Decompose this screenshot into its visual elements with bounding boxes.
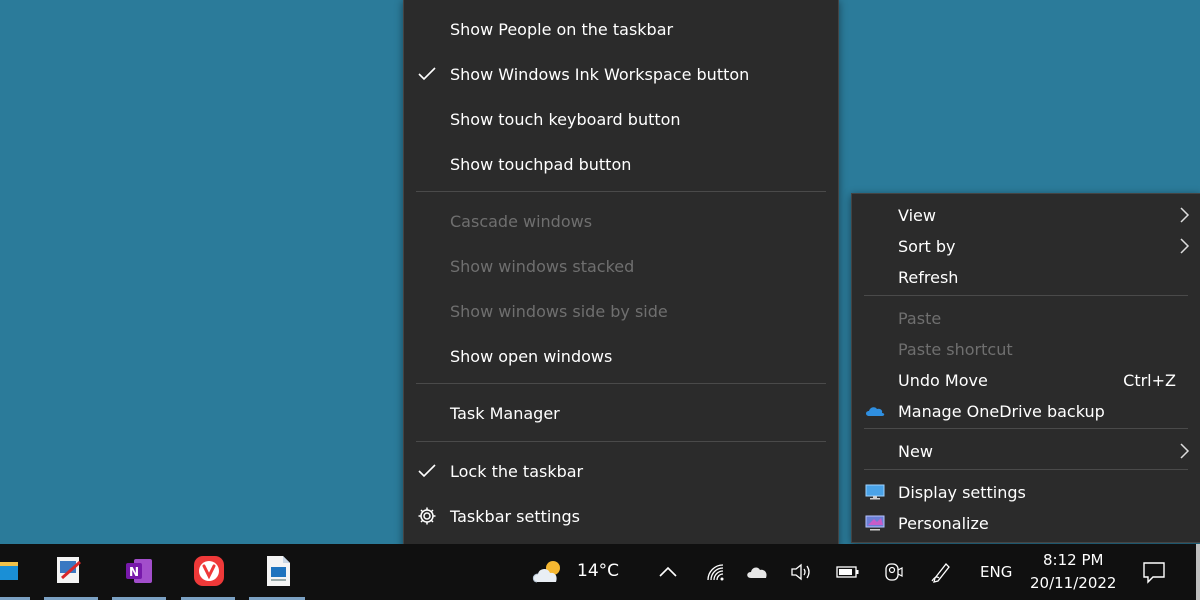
onedrive-icon: [864, 402, 886, 420]
chevron-right-icon: [1178, 237, 1190, 255]
menu-separator: [864, 295, 1188, 296]
menu-item-label: Show windows side by side: [450, 302, 668, 321]
chevron-up-icon[interactable]: [656, 559, 680, 585]
partly-cloudy-icon[interactable]: [530, 559, 568, 585]
menu-item-label: Taskbar settings: [450, 507, 580, 526]
chevron-right-icon: [1178, 206, 1190, 224]
menu-separator: [864, 469, 1188, 470]
svg-text:N: N: [129, 565, 139, 579]
taskbar-context-menu: Show People on the taskbar Show Windows …: [403, 0, 839, 549]
menu-item-show-ink-workspace[interactable]: Show Windows Ink Workspace button: [404, 59, 838, 89]
meet-now-icon[interactable]: [881, 559, 905, 585]
personalize-icon: [864, 514, 886, 532]
menu-item-label: Paste: [898, 309, 941, 328]
menu-item-label: Lock the taskbar: [450, 462, 583, 481]
menu-item-task-manager[interactable]: Task Manager: [404, 398, 838, 428]
menu-item-show-touchpad[interactable]: Show touchpad button: [404, 149, 838, 179]
chevron-right-icon: [1178, 442, 1190, 460]
menu-item-taskbar-settings[interactable]: Taskbar settings: [404, 501, 838, 531]
menu-item-label: Display settings: [898, 483, 1026, 502]
menu-item-show-touch-keyboard[interactable]: Show touch keyboard button: [404, 104, 838, 134]
gear-icon: [417, 506, 437, 526]
clock[interactable]: 8:12 PM 20/11/2022: [1024, 548, 1124, 596]
menu-item-label: Show touch keyboard button: [450, 110, 681, 129]
menu-item-show-side-by-side: Show windows side by side: [404, 296, 838, 326]
menu-item-new[interactable]: New: [852, 436, 1200, 466]
display-icon: [864, 483, 886, 501]
paint-icon[interactable]: [52, 554, 86, 588]
menu-item-view[interactable]: View: [852, 200, 1200, 230]
menu-item-label: Paste shortcut: [898, 340, 1013, 359]
screen-edge: [1196, 544, 1200, 600]
menu-separator: [416, 191, 826, 192]
shortcut-label: Ctrl+Z: [1123, 371, 1176, 390]
clock-time: 8:12 PM: [1043, 551, 1103, 569]
menu-item-label: Manage OneDrive backup: [898, 402, 1105, 421]
checkmark-icon: [418, 66, 436, 82]
volume-icon[interactable]: [789, 559, 813, 585]
taskbar: N 14°C: [0, 544, 1200, 600]
menu-separator: [416, 383, 826, 384]
menu-item-show-people[interactable]: Show People on the taskbar: [404, 14, 838, 44]
menu-item-personalize[interactable]: Personalize: [852, 508, 1200, 538]
weather-temperature[interactable]: 14°C: [577, 561, 619, 581]
menu-item-paste-shortcut: Paste shortcut: [852, 334, 1200, 364]
menu-item-display-settings[interactable]: Display settings: [852, 477, 1200, 507]
checkmark-icon: [418, 463, 436, 479]
menu-separator: [416, 441, 826, 442]
pen-icon[interactable]: [929, 559, 953, 585]
wifi-icon[interactable]: [704, 559, 728, 585]
menu-item-show-open-windows[interactable]: Show open windows: [404, 341, 838, 371]
menu-item-sort-by[interactable]: Sort by: [852, 231, 1200, 261]
menu-item-label: Show People on the taskbar: [450, 20, 673, 39]
menu-item-label: Task Manager: [450, 404, 560, 423]
desktop-context-menu: View Sort by Refresh Paste Paste shortcu…: [851, 193, 1200, 543]
file-explorer-icon[interactable]: [0, 556, 18, 586]
menu-item-label: Show open windows: [450, 347, 612, 366]
menu-item-label: Undo Move: [898, 371, 988, 390]
menu-separator: [864, 428, 1188, 429]
menu-item-label: Refresh: [898, 268, 958, 287]
menu-item-undo-move[interactable]: Undo Move Ctrl+Z: [852, 365, 1200, 395]
menu-item-label: Show windows stacked: [450, 257, 634, 276]
document-icon[interactable]: [261, 554, 295, 588]
menu-item-label: Sort by: [898, 237, 956, 256]
menu-item-label: Cascade windows: [450, 212, 592, 231]
menu-item-manage-onedrive-backup[interactable]: Manage OneDrive backup: [852, 396, 1200, 426]
vivaldi-icon[interactable]: [192, 554, 226, 588]
onedrive-cloud-icon[interactable]: [744, 559, 772, 585]
battery-icon[interactable]: [836, 559, 860, 585]
menu-item-label: Show Windows Ink Workspace button: [450, 65, 749, 84]
menu-item-paste: Paste: [852, 303, 1200, 333]
onenote-icon[interactable]: N: [122, 554, 156, 588]
menu-item-refresh[interactable]: Refresh: [852, 262, 1200, 292]
menu-item-label: View: [898, 206, 936, 225]
menu-item-label: New: [898, 442, 933, 461]
language-indicator[interactable]: ENG: [980, 563, 1012, 581]
notification-icon[interactable]: [1140, 559, 1168, 585]
menu-item-show-windows-stacked: Show windows stacked: [404, 251, 838, 281]
menu-item-lock-taskbar[interactable]: Lock the taskbar: [404, 456, 838, 486]
clock-date: 20/11/2022: [1030, 574, 1116, 592]
menu-item-cascade-windows: Cascade windows: [404, 206, 838, 236]
menu-item-label: Personalize: [898, 514, 989, 533]
menu-item-label: Show touchpad button: [450, 155, 631, 174]
